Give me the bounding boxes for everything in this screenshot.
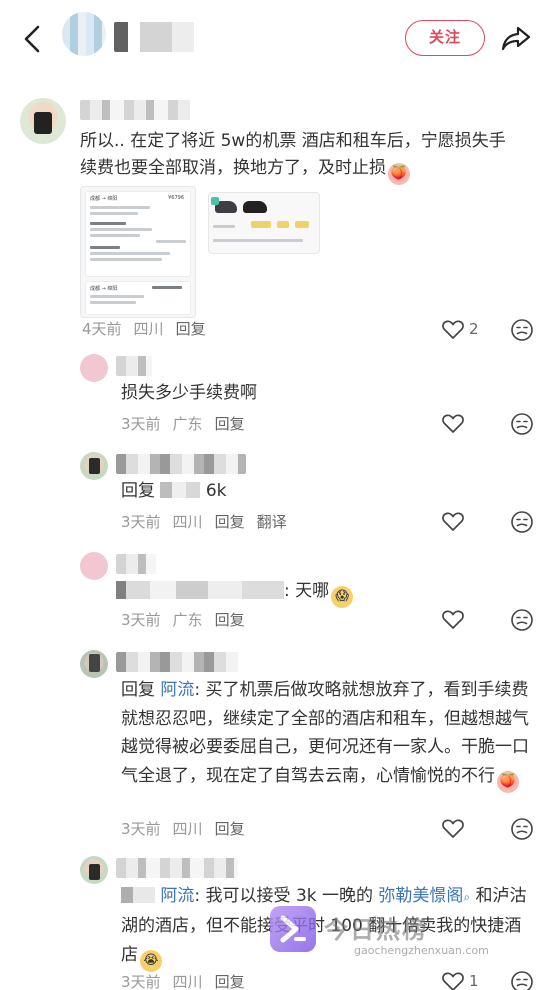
- username-redacted[interactable]: [80, 100, 190, 120]
- comment-item: 所以.. 在定了将近 5w的机票 酒店和租车后，宁愿损失手续费也要全部取消，换地…: [0, 96, 553, 346]
- comment-location: 广东: [172, 611, 203, 629]
- reply-button[interactable]: 回复: [176, 320, 206, 338]
- booking-card: 成都 → 绵阳: [85, 281, 191, 315]
- reply-target[interactable]: 阿流: [160, 886, 194, 906]
- comment-meta: 3天前 广东 回复: [121, 609, 257, 630]
- comment-time: 3天前: [121, 973, 161, 990]
- heart-outline-icon[interactable]: [441, 510, 465, 532]
- avatar[interactable]: [20, 98, 66, 144]
- comment-body: 6k: [205, 481, 227, 501]
- hotel-link[interactable]: 弥勒美憬阁: [378, 886, 463, 906]
- scared-face-emoji-icon: 😱: [331, 586, 354, 608]
- route-label: 成都 → 绵阳: [90, 286, 118, 292]
- author-name-redacted[interactable]: [114, 22, 194, 52]
- heart-outline-icon[interactable]: [441, 970, 465, 990]
- comment-item: 回复 阿流: 买了机票后做攻略就想放弃了，看到手续费就想忍忍吧，继续定了全部的酒…: [0, 646, 553, 846]
- watermark-logo-icon: [270, 906, 316, 952]
- avatar[interactable]: [80, 354, 108, 382]
- comment-time: 3天前: [121, 415, 161, 433]
- watermark-title: 今日热榜: [324, 916, 428, 944]
- crying-face-emoji-icon: 😭: [140, 950, 162, 972]
- comment-time: 3天前: [121, 513, 161, 531]
- comment-body: : 我可以接受 3k 一晚的: [194, 886, 379, 906]
- heart-outline-icon[interactable]: [441, 318, 465, 340]
- like-count: 2: [469, 320, 479, 338]
- translate-button[interactable]: 翻译: [257, 513, 287, 531]
- reply-prefix: 回复: [121, 481, 155, 501]
- back-arrow-icon[interactable]: [18, 22, 48, 56]
- watermark-url: gaochengzhenxuan.com: [354, 944, 489, 957]
- flight-booking-screenshot[interactable]: 成都 → 绵阳 ¥6796 成都 → 绵阳: [80, 186, 196, 318]
- comment-time: 4天前: [82, 320, 122, 338]
- comment-item: 损失多少手续费啊 3天前 广东 回复: [0, 350, 553, 440]
- booking-card: 成都 → 绵阳 ¥6796: [85, 191, 191, 277]
- comment-meta: 3天前 广东 回复: [121, 413, 257, 434]
- avatar[interactable]: [80, 856, 108, 884]
- comment-body: 所以.. 在定了将近 5w的机票 酒店和租车后，宁愿损失手续费也要全部取消，换地…: [80, 131, 506, 178]
- comment-time: 3天前: [121, 820, 161, 838]
- comment-text: : 天哪 😱: [116, 578, 354, 608]
- comment-meta: 3天前 四川 回复: [121, 971, 257, 990]
- reply-button[interactable]: 回复: [215, 513, 245, 531]
- dislike-face-icon[interactable]: [510, 608, 534, 632]
- reply-target[interactable]: 阿流: [160, 680, 194, 700]
- comment-text: 损失多少手续费啊: [121, 380, 257, 407]
- username-redacted[interactable]: [116, 356, 152, 376]
- comment-time: 3天前: [121, 611, 161, 629]
- comment-location: 四川: [133, 320, 164, 338]
- comment-location: 四川: [172, 513, 203, 531]
- username-redacted[interactable]: [116, 652, 238, 672]
- reply-button[interactable]: 回复: [215, 415, 245, 433]
- reply-prefix: 回复: [121, 680, 155, 700]
- comment-item: : 天哪 😱 3天前 广东 回复: [0, 548, 553, 644]
- reply-target-redacted: [116, 581, 284, 599]
- dislike-face-icon[interactable]: [510, 510, 534, 534]
- reply-button[interactable]: 回复: [215, 611, 245, 629]
- route-label: 成都 → 绵阳: [90, 196, 118, 202]
- username-redacted[interactable]: [116, 454, 246, 474]
- comment-text: 所以.. 在定了将近 5w的机票 酒店和租车后，宁愿损失手续费也要全部取消，换地…: [80, 128, 520, 185]
- author-avatar[interactable]: [62, 12, 106, 56]
- comment-meta: 3天前 四川 回复 翻译: [121, 511, 299, 532]
- dislike-face-icon[interactable]: [510, 817, 534, 841]
- heart-outline-icon[interactable]: [441, 412, 465, 434]
- username-redacted[interactable]: [116, 554, 156, 574]
- avatar[interactable]: [80, 650, 108, 678]
- like-count: 1: [469, 972, 479, 990]
- avatar[interactable]: [80, 552, 108, 580]
- reply-prefix-redacted: [121, 887, 155, 903]
- comment-meta: 3天前 四川 回复: [121, 818, 257, 839]
- peach-crying-emoji-icon: 🍑: [388, 163, 410, 185]
- share-arrow-icon[interactable]: [500, 22, 532, 54]
- peach-crying-emoji-icon: 🍑: [497, 770, 519, 793]
- dislike-face-icon[interactable]: [510, 970, 534, 990]
- comment-location: 四川: [172, 973, 203, 990]
- comment-body: 损失多少手续费啊: [121, 383, 257, 403]
- reply-button[interactable]: 回复: [215, 820, 245, 838]
- heart-outline-icon[interactable]: [441, 608, 465, 630]
- heart-outline-icon[interactable]: [441, 817, 465, 839]
- car-rental-screenshot[interactable]: [208, 192, 320, 254]
- follow-button[interactable]: 关注: [405, 20, 485, 56]
- dislike-face-icon[interactable]: [510, 412, 534, 436]
- username-redacted[interactable]: [116, 858, 238, 878]
- dislike-face-icon[interactable]: [510, 318, 534, 342]
- comment-text: 回复 6k: [121, 478, 226, 505]
- reply-target-redacted: [160, 482, 201, 498]
- avatar[interactable]: [80, 452, 108, 480]
- comment-meta: 4天前 四川 回复: [82, 318, 218, 339]
- comment-location: 广东: [172, 415, 203, 433]
- reply-button[interactable]: 回复: [215, 973, 245, 990]
- comment-item: 回复 6k 3天前 四川 回复 翻译: [0, 448, 553, 544]
- comment-body: : 天哪: [284, 581, 330, 601]
- comment-text: 回复 阿流: 买了机票后做攻略就想放弃了，看到手续费就想忍忍吧，继续定了全部的酒…: [121, 676, 529, 793]
- comment-location: 四川: [172, 820, 203, 838]
- top-bar: 关注: [0, 0, 553, 80]
- price-label: ¥6796: [168, 195, 184, 201]
